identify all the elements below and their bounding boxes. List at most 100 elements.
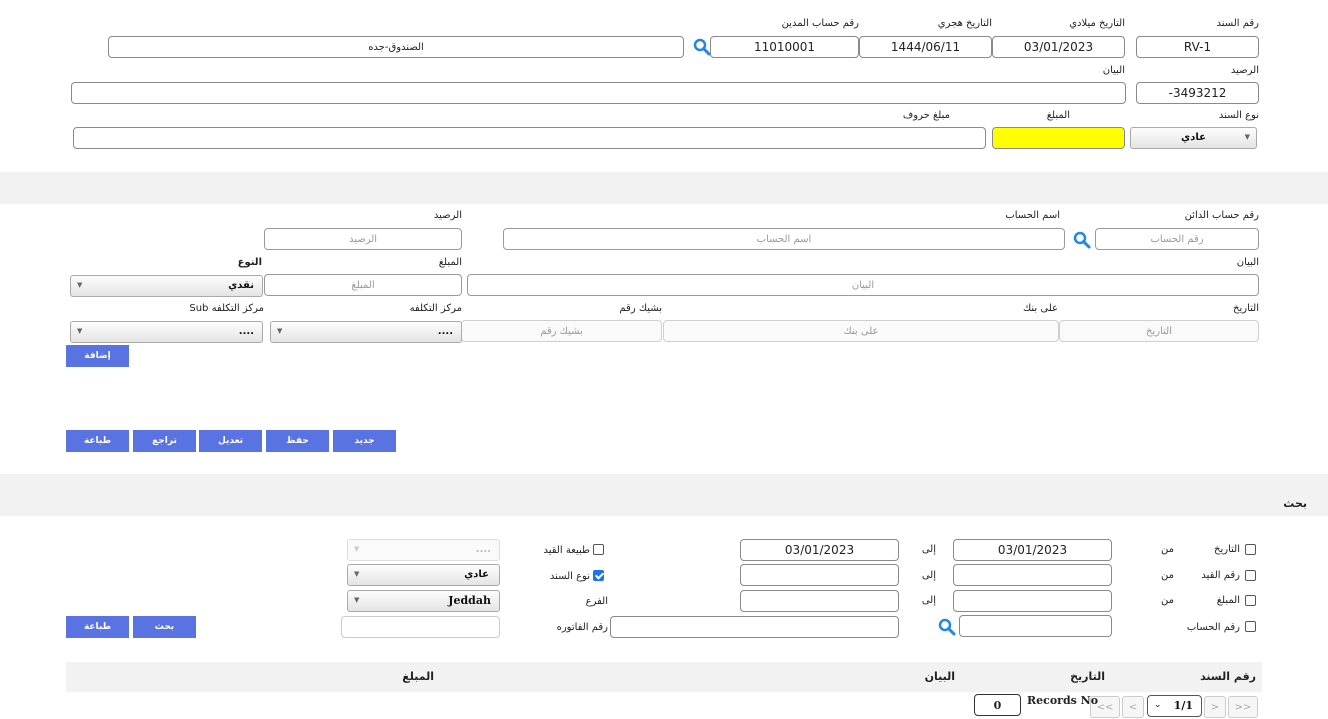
chevron-down-icon: ▼ — [277, 327, 283, 335]
edit-button[interactable]: تعديل — [199, 430, 262, 452]
column-header-description[interactable]: البيان — [925, 670, 955, 683]
undo-button[interactable]: تراجع — [133, 430, 196, 452]
on-bank-input[interactable]: على بنك — [663, 320, 1059, 342]
entry-nature-select[interactable]: ▼ .... — [347, 539, 500, 561]
amount-words-field[interactable] — [73, 127, 986, 149]
add-line-button[interactable]: إضافة — [66, 345, 129, 367]
date-filter-checkbox[interactable] — [1245, 544, 1256, 555]
line-description-input[interactable]: البيان — [467, 274, 1259, 296]
from-label: من — [1161, 570, 1174, 581]
chevron-down-icon: ▼ — [354, 570, 360, 578]
balance-label: الرصيد — [1230, 65, 1259, 76]
amount-label: المبلغ — [1046, 110, 1070, 121]
greg-date-label: التاريخ ميلادي — [1069, 18, 1125, 29]
doc-type-select[interactable]: ▼ عادي — [1130, 127, 1257, 149]
search-date-label: التاريخ — [1214, 544, 1240, 555]
debit-account-label: رقم حساب المدين — [781, 18, 859, 29]
to-label: إلى — [921, 595, 936, 606]
search-button[interactable]: بحث — [133, 616, 196, 638]
invoice-no-label: رقم الفاتوره — [556, 622, 608, 633]
cost-center-label: مركز التكلفه — [409, 303, 462, 314]
hijri-date-label: التاريخ هجري — [937, 18, 992, 29]
amount-filter-checkbox[interactable] — [1245, 595, 1256, 606]
search-icon[interactable] — [1073, 231, 1091, 249]
records-count-label: Records No — [1027, 694, 1099, 707]
line-date-label: التاريخ — [1233, 303, 1259, 314]
hijri-date-field[interactable]: 1444/06/11 — [859, 36, 992, 58]
credit-account-label: رقم حساب الدائن — [1184, 210, 1259, 221]
search-section-title: بحث — [1283, 497, 1307, 510]
to-label: إلى — [921, 570, 936, 581]
entry-no-to-field[interactable] — [740, 564, 899, 586]
line-type-select[interactable]: ▼ نقدي — [70, 275, 263, 297]
entry-no-from-field[interactable] — [953, 564, 1112, 586]
to-label: إلى — [921, 544, 936, 555]
line-amount-input[interactable]: المبلغ — [264, 274, 462, 296]
doc-no-field[interactable]: RV-1 — [1136, 36, 1259, 58]
extra-search-field[interactable] — [341, 616, 500, 638]
greg-date-field[interactable]: 03/01/2023 — [992, 36, 1125, 58]
cheque-no-label: بشيك رقم — [619, 303, 662, 314]
on-bank-label: على بنك — [1022, 303, 1058, 314]
chevron-down-icon: ▼ — [354, 596, 360, 604]
cost-center-select[interactable]: ▼ .... — [270, 321, 462, 343]
column-header-amount[interactable]: المبلغ — [402, 670, 434, 683]
pager-page-select[interactable]: ⌄ 1/1 — [1147, 695, 1202, 717]
cheque-no-input[interactable]: بشيك رقم — [461, 320, 662, 342]
pager-prev-button[interactable]: < — [1122, 696, 1144, 718]
line-date-input[interactable]: التاريخ — [1059, 320, 1259, 342]
amount-field[interactable] — [992, 127, 1125, 149]
sub-cost-center-select[interactable]: ▼ .... — [70, 321, 263, 343]
pager-next-button[interactable]: > — [1204, 696, 1226, 718]
print-button[interactable]: طباعة — [66, 430, 129, 452]
line-account-name-label: اسم الحساب — [1005, 210, 1060, 221]
credit-account-no-input[interactable]: رقم الحساب — [1095, 228, 1259, 250]
account-no-filter-checkbox[interactable] — [1245, 621, 1256, 632]
section-divider — [0, 172, 1328, 204]
line-description-label: البيان — [1236, 257, 1259, 268]
pager-last-button[interactable]: >> — [1228, 696, 1258, 718]
line-balance-label: الرصيد — [433, 210, 462, 221]
description-label: البيان — [1102, 65, 1125, 76]
search-print-button[interactable]: طباعة — [66, 616, 129, 638]
chevron-down-icon: ▼ — [77, 281, 83, 289]
branch-select[interactable]: ▼ Jeddah — [347, 590, 500, 612]
invoice-no-field[interactable] — [610, 616, 899, 638]
search-icon[interactable] — [693, 38, 711, 56]
section-divider — [0, 474, 1328, 516]
debit-account-no-field[interactable]: 11010001 — [710, 36, 859, 58]
chevron-down-icon: ▼ — [354, 545, 360, 553]
line-balance-input[interactable]: الرصيد — [264, 228, 462, 250]
entry-nature-label: طبيعة القيد — [543, 545, 590, 556]
doc-type-filter-checkbox[interactable] — [593, 570, 604, 581]
line-account-name-input[interactable]: اسم الحساب — [503, 228, 1065, 250]
entry-no-filter-checkbox[interactable] — [1245, 570, 1256, 581]
description-field[interactable] — [71, 82, 1126, 104]
search-account-no-label: رقم الحساب — [1186, 622, 1240, 633]
search-amount-label: المبلغ — [1216, 595, 1240, 606]
date-from-field[interactable]: 03/01/2023 — [953, 539, 1112, 561]
account-name-field[interactable]: الصندوق-جده — [108, 36, 684, 58]
from-label: من — [1161, 544, 1174, 555]
sub-cost-center-label: مركز التكلفه Sub — [189, 303, 264, 314]
branch-label: الفرع — [585, 596, 608, 607]
column-header-doc-no[interactable]: رقم السند — [1200, 670, 1256, 683]
search-account-no-field[interactable] — [959, 615, 1112, 637]
records-count-field: 0 — [974, 694, 1021, 716]
entry-nature-checkbox[interactable] — [593, 544, 604, 555]
search-icon[interactable] — [938, 618, 956, 636]
new-button[interactable]: جديد — [333, 430, 396, 452]
doc-no-label: رقم السند — [1216, 18, 1259, 29]
search-entry-no-label: رقم القيد — [1201, 570, 1240, 581]
chevron-down-icon: ▼ — [77, 327, 83, 335]
search-doc-type-select[interactable]: ▼ عادي — [347, 564, 500, 586]
chevron-down-icon: ⌄ — [1154, 700, 1162, 710]
amount-from-field[interactable] — [953, 590, 1112, 612]
line-amount-label: المبلغ — [438, 257, 462, 268]
save-button[interactable]: حفظ — [266, 430, 329, 452]
amount-to-field[interactable] — [740, 590, 899, 612]
balance-field[interactable]: 3493212- — [1136, 82, 1259, 104]
column-header-date[interactable]: التاريخ — [1070, 670, 1105, 683]
amount-words-label: مبلغ حروف — [902, 110, 950, 121]
date-to-field[interactable]: 03/01/2023 — [740, 539, 899, 561]
